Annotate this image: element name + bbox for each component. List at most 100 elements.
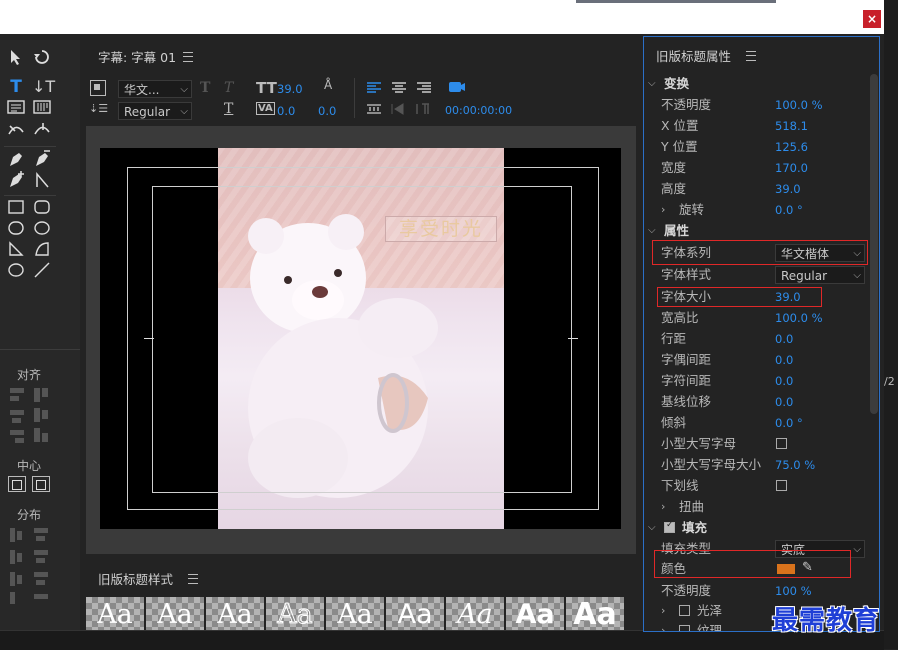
divider bbox=[4, 195, 56, 196]
title-panel-title: 字幕: 字幕 01 bbox=[98, 50, 177, 65]
rotation-tool-icon[interactable] bbox=[32, 48, 52, 68]
fill-checkbox[interactable]: ✓ bbox=[664, 520, 675, 533]
fill-section[interactable]: 填充 bbox=[682, 518, 707, 538]
show-background-video-icon[interactable] bbox=[448, 79, 466, 98]
tracking-value[interactable]: 0.0 bbox=[775, 371, 793, 391]
type-tool-icon[interactable]: T bbox=[6, 77, 26, 97]
align-right-icon[interactable] bbox=[416, 81, 432, 98]
sheen-checkbox[interactable] bbox=[679, 605, 690, 616]
rectangle-tool-icon[interactable] bbox=[6, 198, 26, 218]
font-size-value[interactable]: 39.0 bbox=[277, 82, 303, 96]
chevron-right-icon[interactable]: › bbox=[661, 203, 665, 216]
ellipse-tool-icon[interactable] bbox=[6, 261, 26, 281]
rotation-value[interactable]: 0.0 ° bbox=[775, 200, 803, 220]
style-swatch-6[interactable]: Aa bbox=[386, 597, 444, 630]
title-safe-inner bbox=[152, 186, 572, 493]
smallcaps-checkbox[interactable] bbox=[776, 438, 787, 449]
style-swatch-9[interactable]: Aa bbox=[566, 597, 624, 630]
style-swatch-3[interactable]: Aa bbox=[206, 597, 264, 630]
roll-crawl-icon bbox=[391, 102, 407, 119]
smallcaps-size-value[interactable]: 75.0 % bbox=[775, 455, 815, 475]
chevron-down-icon[interactable]: ⌵ bbox=[648, 522, 656, 533]
align-center-icon[interactable] bbox=[391, 81, 407, 98]
timecode-value[interactable]: 00:00:00:00 bbox=[445, 104, 512, 117]
underline-checkbox[interactable] bbox=[776, 480, 787, 491]
panel-menu-icon[interactable] bbox=[183, 52, 193, 62]
kerning-value[interactable]: 0.0 bbox=[277, 104, 295, 118]
selection-tool-icon[interactable] bbox=[6, 48, 26, 68]
wedge-tool-icon[interactable] bbox=[6, 240, 26, 260]
font-style-prop-value: Regular bbox=[781, 269, 828, 283]
style-swatch-5[interactable]: Aa bbox=[326, 597, 384, 630]
chevron-right-icon[interactable]: › bbox=[661, 604, 665, 617]
bold-icon[interactable]: T bbox=[200, 80, 210, 96]
arc-tool-icon[interactable] bbox=[32, 240, 52, 260]
style-swatch-1[interactable]: Aa bbox=[86, 597, 144, 630]
chevron-down-icon[interactable]: ⌵ bbox=[648, 225, 656, 236]
transform-section[interactable]: 变换 bbox=[664, 74, 689, 94]
convert-anchor-tool-icon[interactable] bbox=[32, 171, 52, 191]
baseline-value[interactable]: 0.0 bbox=[775, 392, 793, 412]
line-tool-icon[interactable] bbox=[32, 261, 52, 281]
texture-label: 纹理 bbox=[697, 623, 723, 632]
fill-opacity-value[interactable]: 100 % bbox=[775, 581, 812, 601]
center-horizontal-button[interactable] bbox=[32, 476, 50, 492]
underline-icon[interactable]: T bbox=[224, 101, 233, 117]
distribute-section-label: 分布 bbox=[16, 508, 41, 522]
leading-value[interactable]: 0.0 bbox=[318, 104, 336, 118]
background-strip bbox=[576, 0, 776, 3]
video-preview[interactable]: 享受时光 bbox=[100, 148, 621, 529]
style-swatch-4[interactable]: Aa bbox=[266, 597, 324, 630]
delete-anchor-tool-icon[interactable] bbox=[32, 150, 52, 170]
height-value[interactable]: 39.0 bbox=[775, 179, 801, 199]
slant-value[interactable]: 0.0 ° bbox=[775, 413, 803, 433]
font-style-select[interactable]: Regular ⌵ bbox=[118, 102, 192, 120]
kerning-prop-value[interactable]: 0.0 bbox=[775, 350, 793, 370]
xpos-label: X 位置 bbox=[661, 118, 699, 133]
attributes-section[interactable]: 属性 bbox=[664, 221, 689, 241]
close-button[interactable]: × bbox=[863, 10, 881, 28]
styles-menu-icon[interactable] bbox=[188, 574, 198, 584]
clipped-rectangle-tool-icon[interactable] bbox=[6, 219, 26, 239]
area-type-tool-icon[interactable] bbox=[6, 98, 26, 118]
chevron-down-icon: ⌵ bbox=[180, 84, 188, 95]
opacity-label: 不透明度 bbox=[661, 97, 712, 112]
style-swatch-8[interactable]: Aa bbox=[506, 597, 564, 630]
properties-scrollbar[interactable] bbox=[870, 74, 878, 414]
rounded-corner-rectangle-tool-icon[interactable] bbox=[32, 219, 52, 239]
aspect-label: 宽高比 bbox=[661, 310, 699, 325]
title-text-object[interactable]: 享受时光 bbox=[385, 216, 497, 242]
rounded-rectangle-tool-icon[interactable] bbox=[32, 198, 52, 218]
italic-icon[interactable]: T bbox=[224, 80, 233, 96]
path-type-tool-icon[interactable] bbox=[6, 120, 26, 140]
ypos-value[interactable]: 125.6 bbox=[775, 137, 808, 157]
vertical-path-type-tool-icon[interactable] bbox=[32, 120, 52, 140]
center-vertical-button[interactable] bbox=[8, 476, 26, 492]
chevron-right-icon[interactable]: › bbox=[661, 624, 665, 631]
vertical-area-type-tool-icon[interactable] bbox=[32, 98, 52, 118]
vertical-type-tool-icon[interactable]: ↓T bbox=[32, 77, 55, 97]
chevron-down-icon[interactable]: ⌵ bbox=[648, 78, 656, 89]
tab-stops-icon[interactable]: ⇣☰ bbox=[89, 102, 108, 115]
add-anchor-tool-icon[interactable] bbox=[6, 171, 26, 191]
leading-prop-value[interactable]: 0.0 bbox=[775, 329, 793, 349]
font-size-icon: TT bbox=[256, 79, 277, 97]
style-swatch-7[interactable]: Aa bbox=[446, 597, 504, 630]
chevron-down-icon: ⌵ bbox=[180, 106, 188, 117]
properties-menu-icon[interactable] bbox=[746, 51, 756, 61]
chevron-right-icon[interactable]: › bbox=[661, 500, 665, 513]
texture-checkbox[interactable] bbox=[679, 625, 690, 631]
slant-label: 倾斜 bbox=[661, 415, 687, 430]
width-value[interactable]: 170.0 bbox=[775, 158, 808, 178]
font-family-select[interactable]: 华文... ⌵ bbox=[118, 80, 192, 98]
tab-stops-button-icon[interactable] bbox=[366, 102, 382, 119]
font-style-prop-select[interactable]: Regular ⌵ bbox=[775, 266, 865, 284]
style-swatch-2[interactable]: Aa bbox=[146, 597, 204, 630]
align-left-icon[interactable] bbox=[366, 81, 382, 98]
opacity-value[interactable]: 100.0 % bbox=[775, 95, 823, 115]
distort-label: 扭曲 bbox=[679, 499, 705, 514]
background-video-icon[interactable] bbox=[90, 80, 106, 96]
aspect-value[interactable]: 100.0 % bbox=[775, 308, 823, 328]
pen-tool-icon[interactable] bbox=[6, 150, 26, 170]
xpos-value[interactable]: 518.1 bbox=[775, 116, 808, 136]
